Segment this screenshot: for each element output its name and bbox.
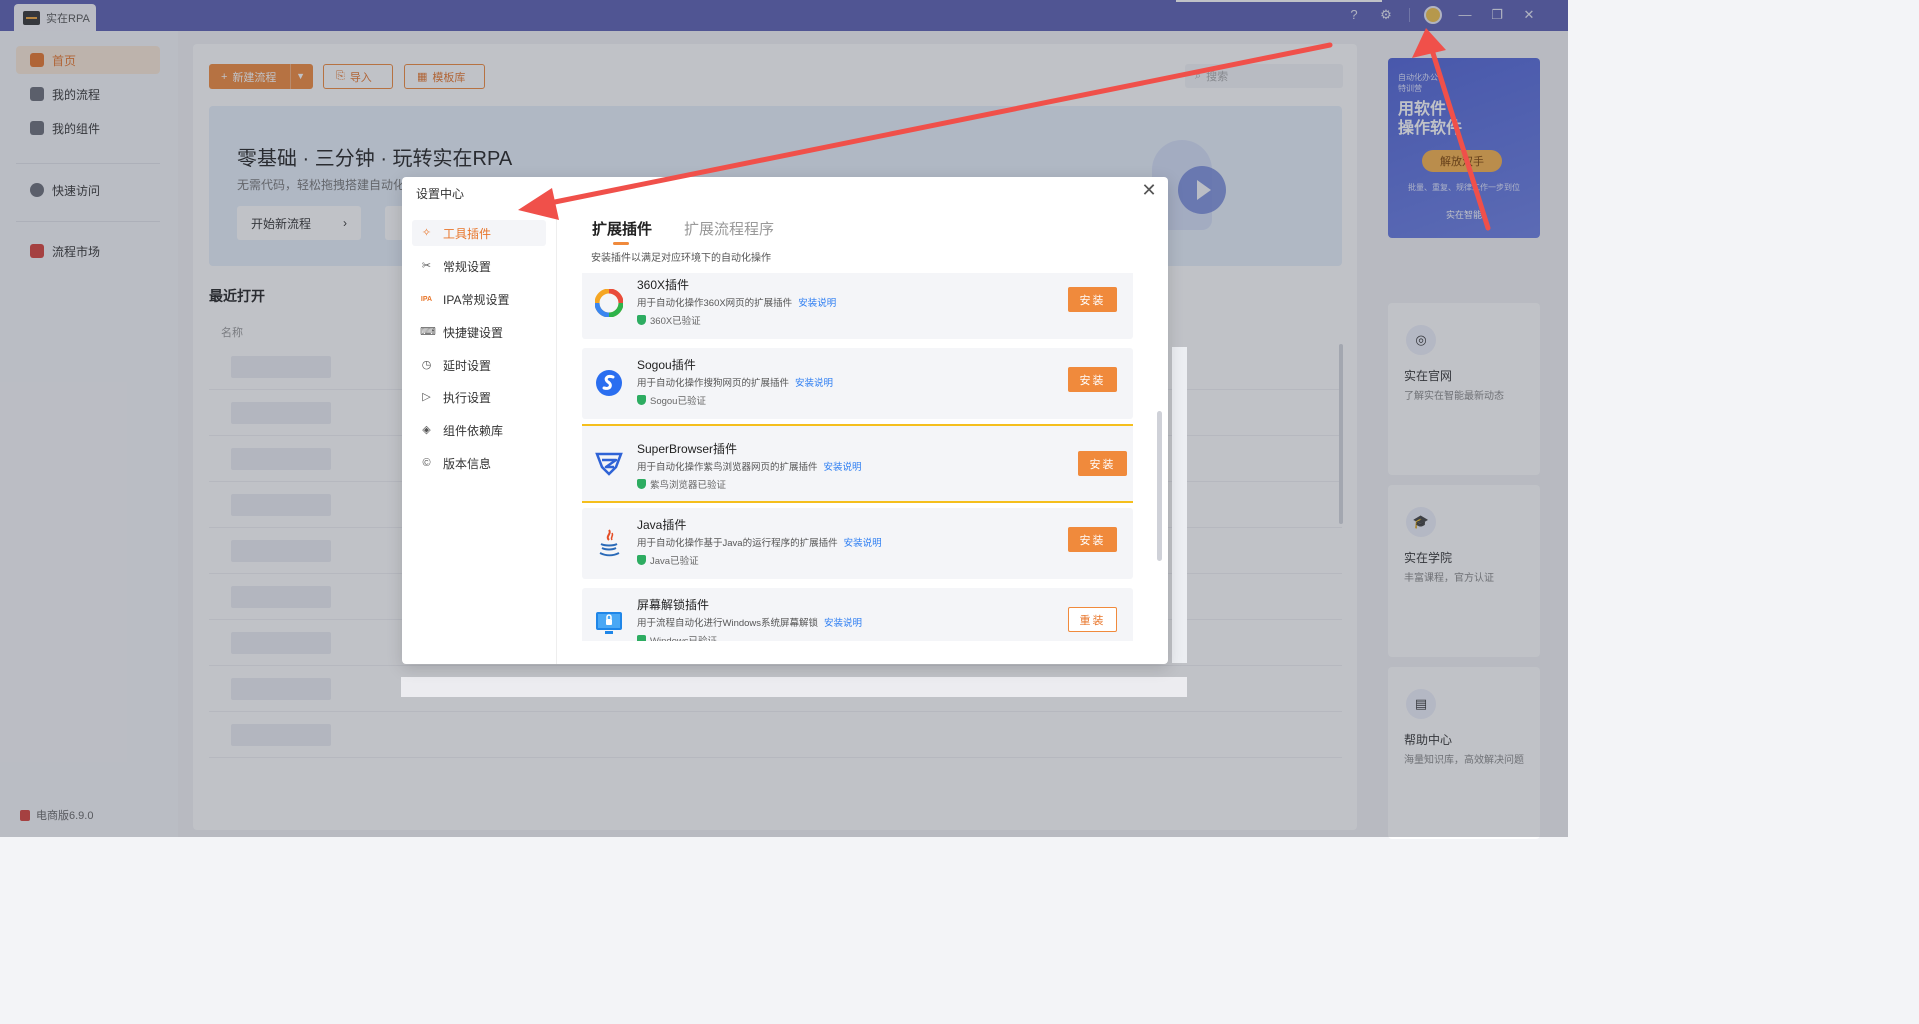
plugin-list: 360X插件 用于自动化操作360X网页的扩展插件 安装说明 360X已验证 安装…: [582, 273, 1133, 641]
plugin-description: 用于自动化操作搜狗网页的扩展插件 安装说明: [637, 375, 833, 389]
java-icon: [594, 528, 624, 558]
plugin-name: SuperBrowser插件: [637, 442, 738, 456]
install-guide-link[interactable]: 安装说明: [824, 462, 862, 473]
shield-check-icon: [637, 315, 646, 325]
plugin-description: 用于自动化操作360X网页的扩展插件 安装说明: [637, 295, 836, 309]
shield-check-icon: [637, 479, 646, 489]
verified-text: 360X已验证: [650, 316, 701, 327]
plugin-verified: 紫鸟浏览器已验证: [637, 477, 726, 491]
nav-item-label: 执行设置: [443, 390, 492, 405]
plugin-card-java: Java插件 用于自动化操作基于Java的运行程序的扩展插件 安装说明 Java已…: [582, 508, 1133, 579]
plugin-card-screen-unlock: 屏幕解锁插件 用于流程自动化进行Windows系统屏幕解锁安装说明 Window…: [582, 588, 1133, 641]
puzzle-icon: ✧: [421, 226, 432, 239]
shield-check-icon: [637, 635, 646, 641]
install-button[interactable]: 安装: [1068, 527, 1117, 552]
plugin-description: 用于流程自动化进行Windows系统屏幕解锁 安装说明: [637, 615, 862, 629]
nav-item-label: 组件依赖库: [443, 423, 504, 438]
plugin-name: Java插件: [637, 518, 687, 532]
nav-item-dependencies[interactable]: ◈ 组件依赖库: [412, 417, 546, 443]
keyboard-icon: ⌨: [420, 325, 436, 338]
plugin-desc-text: 用于自动化操作紫鸟浏览器网页的扩展插件: [637, 462, 818, 473]
shield-check-icon: [637, 395, 646, 405]
nav-item-label: IPA常规设置: [443, 292, 510, 307]
ipa-icon: IPA: [420, 295, 433, 303]
tab-extension-plugins[interactable]: 扩展插件: [592, 218, 652, 245]
install-button[interactable]: 安装: [1068, 287, 1117, 312]
nav-item-shortcuts[interactable]: ⌨ 快捷键设置: [412, 319, 546, 345]
plugin-name: 屏幕解锁插件: [637, 598, 710, 612]
settings-nav: ✧ 工具插件 ✂ 常规设置 IPA IPA常规设置 ⌨ 快捷键设置 ◷ 延时设置…: [402, 213, 557, 664]
plugin-description: 用于自动化操作基于Java的运行程序的扩展插件 安装说明: [637, 535, 882, 549]
dialog-title: 设置中心: [416, 187, 465, 201]
settings-dialog: 设置中心 ✕ ✧ 工具插件 ✂ 常规设置 IPA IPA常规设置 ⌨ 快捷键设置…: [402, 177, 1168, 664]
nav-item-label: 快捷键设置: [443, 325, 504, 340]
plugin-desc-text: 用于自动化操作360X网页的扩展插件: [637, 298, 793, 309]
plugin-list-scrollbar[interactable]: [1157, 411, 1162, 561]
plugin-desc-text: 用于自动化操作基于Java的运行程序的扩展插件: [637, 538, 838, 549]
verified-text: Java已验证: [650, 556, 699, 567]
plugin-tabs: 扩展插件 扩展流程程序: [592, 218, 774, 245]
install-button[interactable]: 安装: [1068, 367, 1117, 392]
plugin-desc-text: 用于流程自动化进行Windows系统屏幕解锁: [637, 618, 819, 629]
tab-description: 安装插件以满足对应环境下的自动化操作: [591, 253, 771, 264]
background-panel-edge: [401, 677, 1187, 697]
plugin-verified: Sogou已验证: [637, 393, 706, 407]
nav-item-delay[interactable]: ◷ 延时设置: [412, 352, 546, 378]
sogou-icon: [594, 368, 624, 398]
layers-icon: ◈: [422, 423, 431, 436]
plugin-description: 用于自动化操作紫鸟浏览器网页的扩展插件 安装说明: [637, 459, 862, 473]
plugin-verified: 360X已验证: [637, 313, 701, 327]
background-panel-edge: [1172, 347, 1187, 663]
nav-item-label: 延时设置: [443, 358, 492, 373]
plugin-card-superbrowser: SuperBrowser插件 用于自动化操作紫鸟浏览器网页的扩展插件 安装说明 紫…: [582, 424, 1133, 503]
superbrowser-icon: [594, 448, 624, 478]
reinstall-button[interactable]: 重装: [1068, 607, 1117, 632]
nav-item-ipa[interactable]: IPA IPA常规设置: [412, 286, 546, 312]
install-guide-link[interactable]: 安装说明: [844, 538, 882, 549]
install-guide-link[interactable]: 安装说明: [798, 298, 836, 309]
nav-item-label: 常规设置: [443, 259, 492, 274]
nav-item-tool-plugins[interactable]: ✧ 工具插件: [412, 220, 546, 246]
plugin-name: Sogou插件: [637, 358, 696, 372]
verified-text: 紫鸟浏览器已验证: [650, 480, 727, 491]
plugin-desc-text: 用于自动化操作搜狗网页的扩展插件: [637, 378, 790, 389]
plugin-card-360x: 360X插件 用于自动化操作360X网页的扩展插件 安装说明 360X已验证 安装: [582, 273, 1133, 339]
nav-item-execution[interactable]: ▷ 执行设置: [412, 384, 546, 410]
plugin-verified: Windows已验证: [637, 633, 717, 641]
tools-icon: ✂: [421, 259, 432, 272]
tab-extension-programs[interactable]: 扩展流程程序: [684, 218, 774, 245]
install-guide-link[interactable]: 安装说明: [824, 618, 862, 629]
install-button[interactable]: 安装: [1078, 451, 1127, 476]
nav-item-label: 版本信息: [443, 456, 492, 471]
shield-check-icon: [637, 555, 646, 565]
verified-text: Windows已验证: [650, 633, 717, 641]
360x-icon: [594, 288, 624, 318]
close-icon[interactable]: ✕: [1140, 181, 1158, 199]
clock-icon: ◷: [421, 358, 432, 371]
nav-item-general[interactable]: ✂ 常规设置: [412, 253, 546, 279]
copyright-icon: ©: [422, 456, 431, 469]
install-guide-link[interactable]: 安装说明: [795, 378, 833, 389]
verified-text: Sogou已验证: [650, 396, 706, 407]
screen-lock-icon: [594, 608, 624, 638]
nav-item-version[interactable]: © 版本信息: [412, 450, 546, 476]
plugin-verified: Java已验证: [637, 553, 699, 567]
plugin-name: 360X插件: [637, 278, 690, 292]
nav-item-label: 工具插件: [443, 226, 492, 241]
play-icon: ▷: [422, 390, 431, 403]
plugin-card-sogou: Sogou插件 用于自动化操作搜狗网页的扩展插件 安装说明 Sogou已验证 安装: [582, 348, 1133, 419]
